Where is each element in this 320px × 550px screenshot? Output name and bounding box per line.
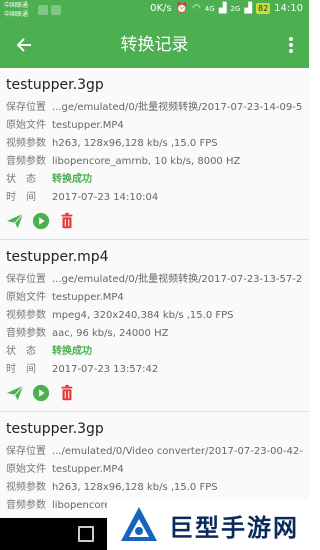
delete-icon[interactable] (58, 212, 76, 230)
play-icon[interactable] (32, 384, 50, 402)
list-item[interactable]: testupper.3gp 保存位置 ...ge/emulated/0/批量视频转… (0, 68, 309, 240)
battery-icon: 82 (255, 3, 271, 14)
source-file-row: 原始文件 testupper.MP4 (6, 289, 303, 307)
source-file-value: testupper.MP4 (52, 464, 124, 475)
time-label: 时 间 (6, 192, 36, 203)
source-file-label: 原始文件 (6, 292, 46, 303)
more-vert-icon[interactable] (281, 32, 301, 58)
signal-icon: ▟ (218, 3, 227, 14)
record-title: testupper.3gp (6, 77, 104, 93)
video-params-row: 视频参数 h263, 128x96,128 kb/s ,15.0 FPS (6, 135, 303, 153)
save-location-row: 保存位置 ...ge/emulated/0/批量视频转换/2017-07-23-1… (6, 271, 303, 289)
time-value: 2017-07-23 13:57:42 (52, 364, 159, 375)
status-row: 状 态 转换成功 (6, 171, 303, 189)
status-value: 转换成功 (52, 346, 92, 357)
record-actions (6, 209, 303, 233)
record-title: testupper.3gp (6, 421, 104, 437)
status-bar: 中国联通 中国联通 0K/s ⏰ ◠ 4G ▟ 2G ▟ 82 14:10 (0, 0, 309, 22)
video-params-label: 视频参数 (6, 138, 46, 149)
send-icon[interactable] (6, 384, 24, 402)
video-params-value: mpeg4, 320x240,384 kb/s ,15.0 FPS (52, 310, 234, 321)
audio-params-value: libopencore_amrnb, 10 kb/s, 8000 HZ (52, 156, 241, 167)
send-icon[interactable] (6, 212, 24, 230)
source-file-value: testupper.MP4 (52, 292, 124, 303)
notification-icons (38, 5, 61, 15)
play-icon[interactable] (32, 212, 50, 230)
watermark: 巨型手游网 (107, 500, 309, 550)
status-label: 状 态 (6, 174, 36, 185)
record-title: testupper.mp4 (6, 249, 109, 265)
video-params-label: 视频参数 (6, 310, 46, 321)
save-location-row: 保存位置 .../emulated/0/Video converter/2017-… (6, 443, 303, 461)
status-right: 0K/s ⏰ ◠ 4G ▟ 2G ▟ 82 14:10 (150, 3, 303, 14)
signal-4g-label: 4G (204, 4, 215, 13)
source-file-label: 原始文件 (6, 464, 46, 475)
time-label: 时 间 (6, 364, 36, 375)
audio-params-value: aac, 96 kb/s, 24000 HZ (52, 328, 169, 339)
recents-icon[interactable] (78, 526, 94, 542)
clock: 14:10 (274, 3, 303, 14)
time-value: 2017-07-23 14:10:04 (52, 192, 159, 203)
wifi-icon: ◠ (192, 3, 201, 14)
carrier-info: 中国联通 中国联通 (4, 1, 28, 19)
audio-params-row: 音频参数 libopencore_amrnb, 10 kb/s, 8000 HZ (6, 153, 303, 171)
audio-params-value: libopencore_ (52, 500, 116, 511)
status-value: 转换成功 (52, 174, 92, 185)
notification-app-icon (38, 5, 48, 15)
save-location-value: ...ge/emulated/0/批量视频转换/2017-07-23-14-09… (52, 102, 303, 113)
video-params-row: 视频参数 h263, 128x96,128 kb/s ,15.0 FPS (6, 479, 303, 497)
save-location-row: 保存位置 ...ge/emulated/0/批量视频转换/2017-07-23-1… (6, 99, 303, 117)
carrier-1: 中国联通 (4, 2, 29, 9)
save-location-label: 保存位置 (6, 446, 46, 457)
time-row: 时 间 2017-07-23 14:10:04 (6, 189, 303, 207)
source-file-value: testupper.MP4 (52, 120, 124, 131)
watermark-text: 巨型手游网 (169, 513, 299, 542)
time-row: 时 间 2017-07-23 13:57:42 (6, 361, 303, 379)
app-bar: 转换记录 (0, 22, 309, 68)
audio-params-label: 音频参数 (6, 156, 46, 167)
page-title: 转换记录 (120, 35, 189, 55)
save-location-label: 保存位置 (6, 274, 46, 285)
carrier-2: 中国联通 (4, 11, 29, 18)
save-location-label: 保存位置 (6, 102, 46, 113)
signal-2g-label: 2G (230, 4, 241, 13)
save-location-value: .../emulated/0/Video converter/2017-07-2… (52, 446, 303, 457)
network-speed: 0K/s (150, 3, 172, 14)
source-file-label: 原始文件 (6, 120, 46, 131)
delete-icon[interactable] (58, 384, 76, 402)
record-list: testupper.3gp 保存位置 ...ge/emulated/0/批量视频转… (0, 68, 309, 521)
watermark-logo-icon (121, 507, 157, 541)
record-actions (6, 381, 303, 405)
audio-params-row: 音频参数 aac, 96 kb/s, 24000 HZ (6, 325, 303, 343)
source-file-row: 原始文件 testupper.MP4 (6, 117, 303, 135)
audio-params-label: 音频参数 (6, 328, 46, 339)
video-params-value: h263, 128x96,128 kb/s ,15.0 FPS (52, 482, 218, 493)
status-row: 状 态 转换成功 (6, 343, 303, 361)
status-label: 状 态 (6, 346, 36, 357)
video-params-value: h263, 128x96,128 kb/s ,15.0 FPS (52, 138, 218, 149)
list-item[interactable]: testupper.mp4 保存位置 ...ge/emulated/0/批量视频转… (0, 240, 309, 412)
video-params-label: 视频参数 (6, 482, 46, 493)
source-file-row: 原始文件 testupper.MP4 (6, 461, 303, 479)
audio-params-label: 音频参数 (6, 500, 46, 511)
signal-icon: ▟ (244, 3, 252, 14)
alarm-icon: ⏰ (175, 3, 189, 14)
save-location-value: ...ge/emulated/0/批量视频转换/2017-07-23-13-57… (52, 274, 303, 285)
video-params-row: 视频参数 mpeg4, 320x240,384 kb/s ,15.0 FPS (6, 307, 303, 325)
notification-app-icon (51, 5, 61, 15)
